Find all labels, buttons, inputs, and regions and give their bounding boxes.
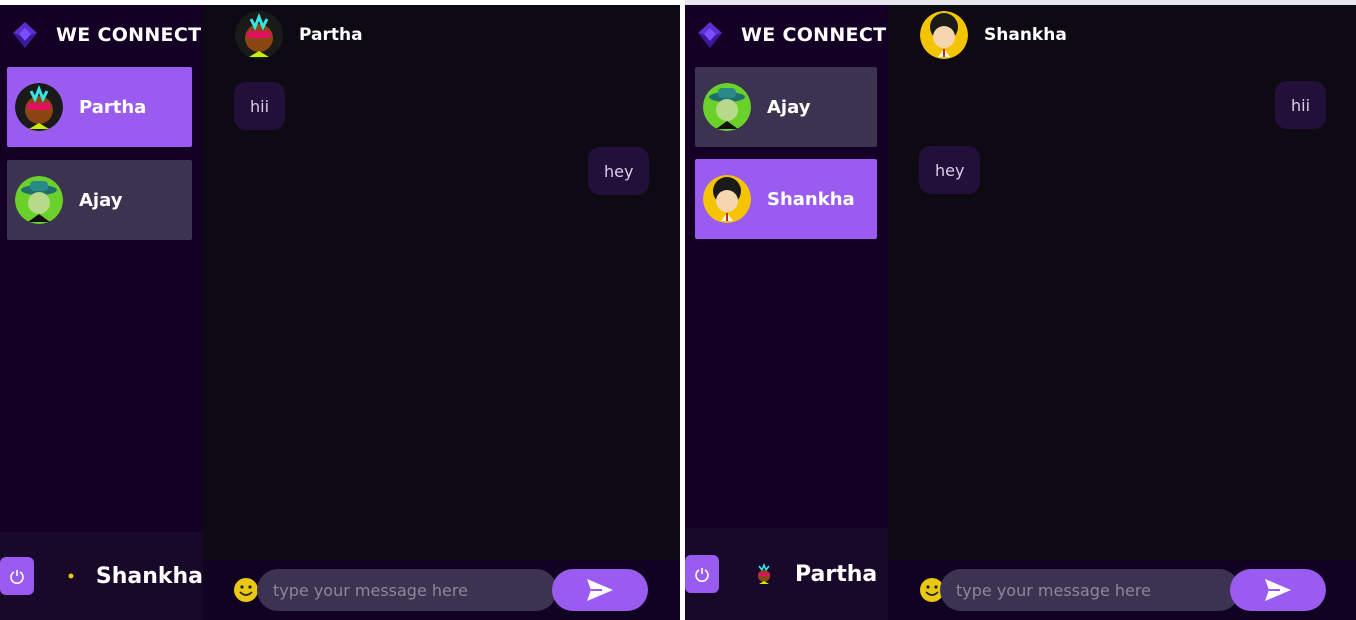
avatar [235,11,283,59]
contact-item-ajay[interactable]: Ajay [695,67,877,147]
chat-area: Partha hii hey type your message here [203,5,680,620]
message-input[interactable]: type your message here [257,569,557,611]
message-sent: hii [1275,81,1327,129]
avatar [15,176,63,224]
chat-area: Shankha hii hey type your message here [888,5,1356,620]
brand: WE CONNECT [685,5,888,65]
message-received: hey [919,146,981,194]
contact-name: Ajay [767,96,811,118]
current-user-bar: Partha [685,528,888,620]
sidebar: WE CONNECT Ajay Shankha Partha [685,5,888,620]
brand-name: WE CONNECT [56,24,202,46]
avatar [15,83,63,131]
avatar [920,11,968,59]
message-composer: type your message here [888,560,1356,620]
avatar [703,83,751,131]
diamond-logo-icon [698,22,722,48]
chat-header-name: Partha [299,25,363,45]
chat-window-left: WE CONNECT Partha Ajay Shankha Partha hi… [0,0,680,620]
chat-header: Partha [203,5,680,65]
current-user-name: Shankha [95,563,203,589]
message-input-placeholder: type your message here [273,580,468,600]
contact-name: Partha [79,96,147,118]
chat-window-right: WE CONNECT Ajay Shankha Partha Shankha h… [685,0,1356,620]
logout-button[interactable] [685,555,719,593]
current-user-name: Partha [795,561,878,587]
contact-name: Shankha [767,188,855,210]
avatar [758,563,770,584]
sidebar: WE CONNECT Partha Ajay Shankha [0,5,203,620]
send-button[interactable] [1230,569,1326,611]
contact-item-ajay[interactable]: Ajay [7,160,192,240]
diamond-logo-icon [13,22,37,48]
send-icon [1265,579,1291,601]
avatar [68,573,74,579]
emoji-icon[interactable] [233,577,259,603]
contact-name: Ajay [79,189,123,211]
chat-header: Shankha [888,5,1356,65]
message-received: hii [234,82,286,130]
message-input-placeholder: type your message here [956,580,1151,600]
send-icon [587,579,613,601]
logout-button[interactable] [0,557,34,595]
message-input[interactable]: type your message here [940,569,1240,611]
current-user-bar: Shankha [0,532,203,620]
avatar [703,175,751,223]
contact-item-partha[interactable]: Partha [7,67,192,147]
message-composer: type your message here [203,560,680,620]
power-icon [10,570,24,584]
send-button[interactable] [552,569,648,611]
chat-header-name: Shankha [984,25,1067,45]
brand-name: WE CONNECT [741,24,887,46]
power-icon [695,568,709,582]
message-sent: hey [588,147,650,195]
contact-item-shankha[interactable]: Shankha [695,159,877,239]
brand: WE CONNECT [0,5,203,65]
